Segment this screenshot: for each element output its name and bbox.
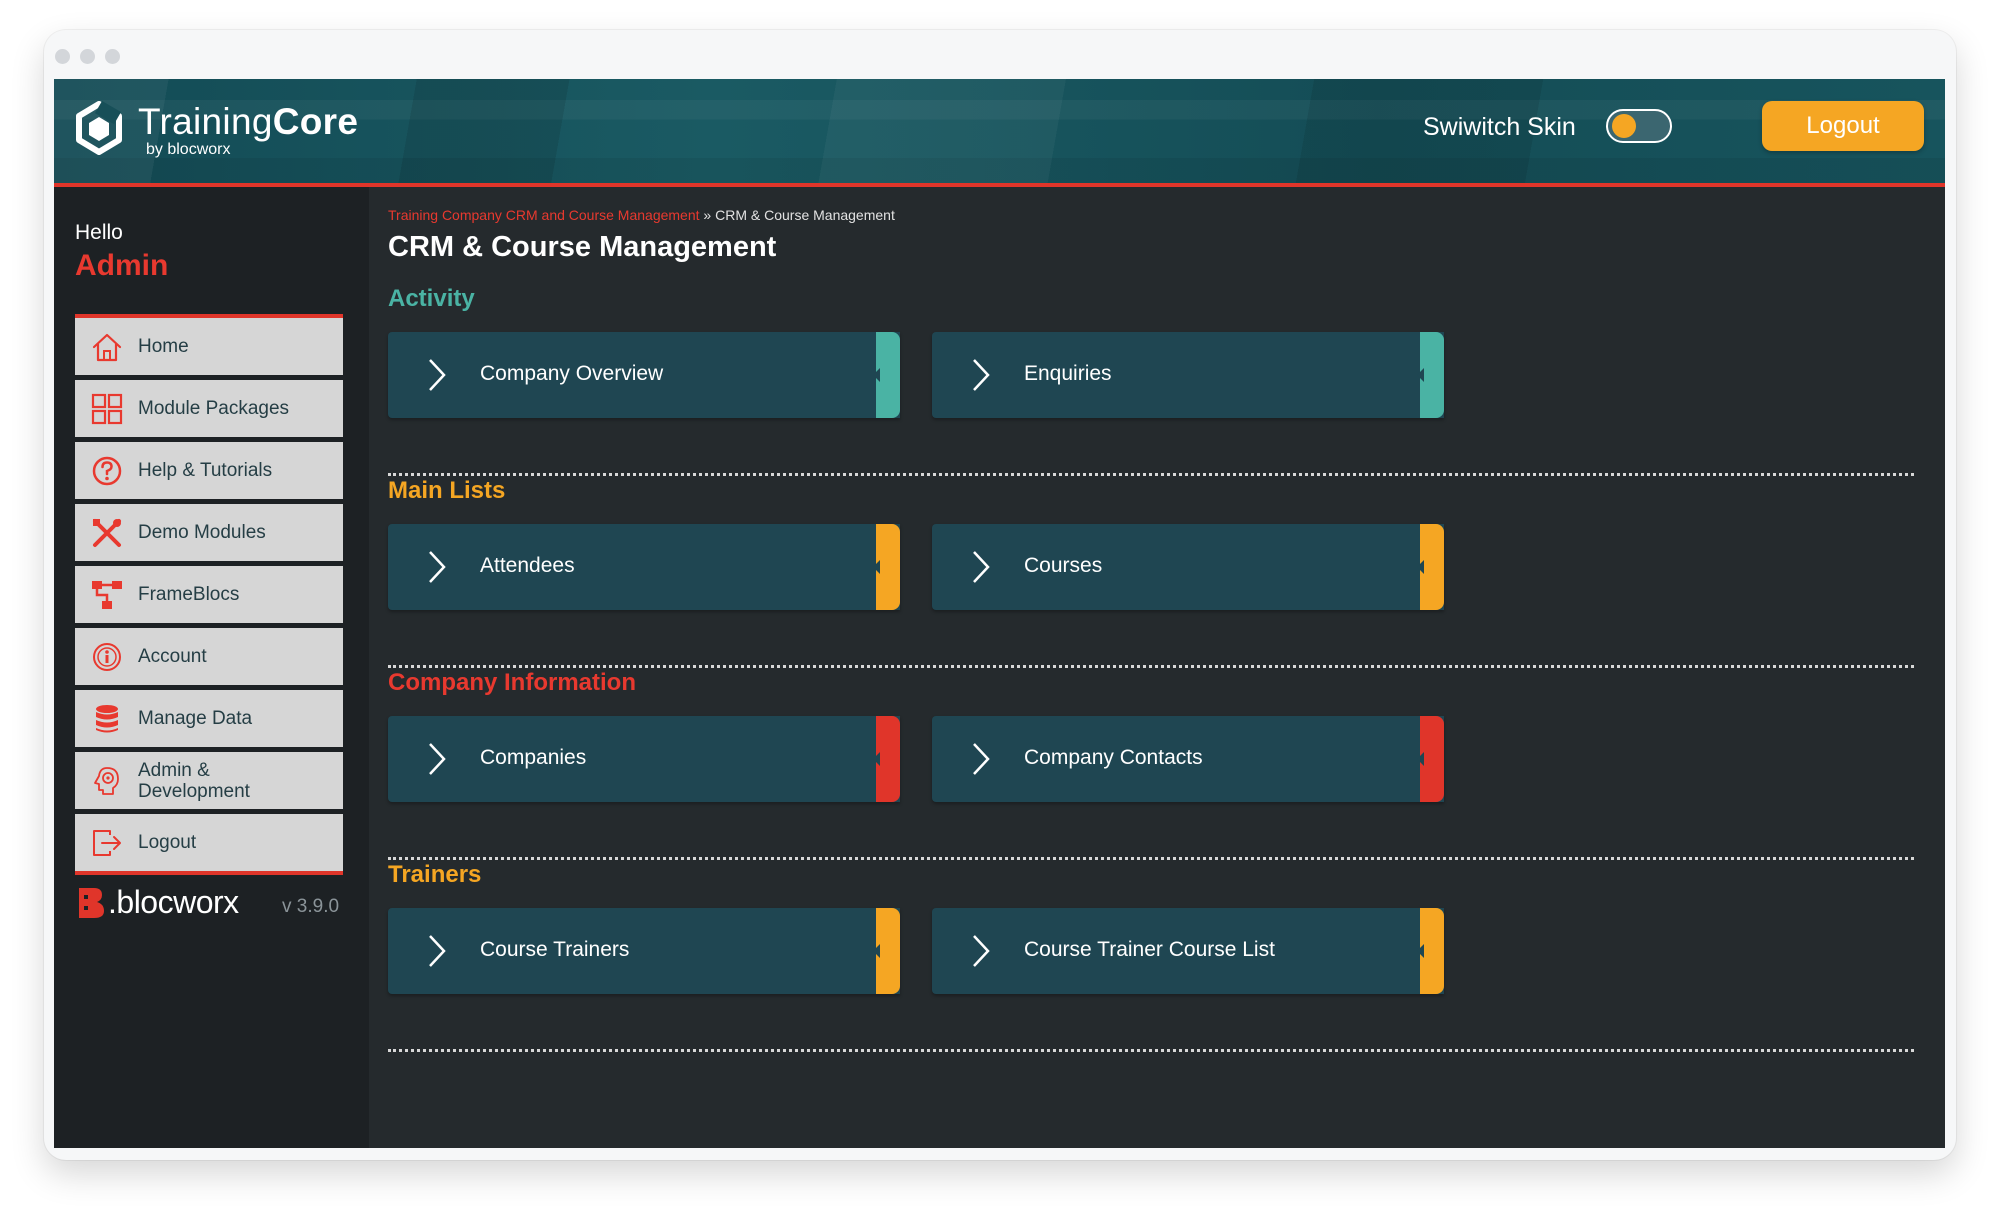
breadcrumb-separator: » xyxy=(699,207,716,223)
sidebar-item-home[interactable]: Home xyxy=(75,318,343,380)
chevron-right-icon xyxy=(973,551,990,583)
section-divider xyxy=(388,857,1914,860)
sidebar-item-label: Account xyxy=(138,646,207,667)
sidebar-item-label: Demo Modules xyxy=(138,522,266,543)
card-notch xyxy=(1417,944,1424,958)
sidebar-item-label: Home xyxy=(138,336,189,357)
blocworx-wordmark: .blocworx xyxy=(108,884,239,920)
top-header: TrainingCore by blocworx Swiwitch Skin L… xyxy=(54,79,1945,183)
chevron-right-icon xyxy=(429,935,446,967)
card-course-trainers[interactable]: Course Trainers xyxy=(388,908,900,994)
card-company-overview[interactable]: Company Overview xyxy=(388,332,900,418)
card-label: Course Trainers xyxy=(480,938,630,961)
trainingcore-logo-icon xyxy=(76,101,122,155)
brand[interactable]: TrainingCore by blocworx xyxy=(76,101,358,159)
card-notch xyxy=(873,368,880,382)
sidebar-item-module-packages[interactable]: Module Packages xyxy=(75,380,343,442)
card-notch xyxy=(873,560,880,574)
database-icon xyxy=(96,704,118,732)
card-label: Attendees xyxy=(480,554,575,577)
chevron-right-icon xyxy=(429,743,446,775)
section-title-main-lists: Main Lists xyxy=(388,477,506,504)
sidebar-item-demo-modules[interactable]: Demo Modules xyxy=(75,504,343,566)
logout-icon xyxy=(93,829,121,856)
section-title-trainers: Trainers xyxy=(388,861,482,888)
breadcrumb-link[interactable]: Training Company CRM and Course Manageme… xyxy=(388,207,700,223)
card-courses[interactable]: Courses xyxy=(932,524,1444,610)
blocworx-logo: .blocworx xyxy=(76,884,239,921)
page-title: CRM & Course Management xyxy=(388,231,777,263)
card-notch xyxy=(1417,752,1424,766)
account-icon xyxy=(93,642,121,671)
card-label: Courses xyxy=(1024,554,1103,577)
section-divider xyxy=(388,1049,1914,1052)
chevron-right-icon xyxy=(429,359,446,391)
sidebar-item-label: Admin & Development xyxy=(138,759,250,802)
card-label: Companies xyxy=(480,746,587,769)
card-notch xyxy=(1417,560,1424,574)
sidebar-item-label: FrameBlocs xyxy=(138,584,240,605)
window-dot[interactable] xyxy=(80,49,95,64)
card-company-contacts[interactable]: Company Contacts xyxy=(932,716,1444,802)
admin-gear-icon xyxy=(94,766,119,795)
toggle-knob xyxy=(1612,114,1636,138)
brand-subtitle: by blocworx xyxy=(146,141,231,158)
version-label: v 3.9.0 xyxy=(282,896,340,917)
home-icon xyxy=(92,333,122,361)
sidebar-menu: Home Module Packages Help & Tutorials De… xyxy=(75,314,343,875)
sidebar: Hello Admin Home Module Packages Help & … xyxy=(54,187,369,1148)
section-divider xyxy=(388,665,1914,668)
chevron-right-icon xyxy=(973,935,990,967)
help-icon xyxy=(92,456,122,485)
card-label: Enquiries xyxy=(1024,362,1112,385)
card-label: Company Contacts xyxy=(1024,746,1203,769)
breadcrumb-current: CRM & Course Management xyxy=(715,207,895,223)
sidebar-item-logout[interactable]: Logout xyxy=(75,814,343,871)
sidebar-item-help[interactable]: Help & Tutorials xyxy=(75,442,343,504)
browser-window: TrainingCore by blocworx Swiwitch Skin L… xyxy=(44,30,1956,1160)
skin-switch-label: Swiwitch Skin xyxy=(1423,113,1576,141)
demo-modules-icon xyxy=(93,518,121,547)
sidebar-item-label: Module Packages xyxy=(138,398,290,419)
card-label: Course Trainer Course List xyxy=(1024,938,1275,961)
brand-name: TrainingCore xyxy=(138,101,359,142)
blocworx-mark-icon xyxy=(79,887,104,918)
sidebar-item-label: Manage Data xyxy=(138,708,253,729)
window-controls xyxy=(55,49,120,64)
window-dot[interactable] xyxy=(105,49,120,64)
card-notch xyxy=(873,752,880,766)
window-dot[interactable] xyxy=(55,49,70,64)
breadcrumb: Training Company CRM and Course Manageme… xyxy=(388,207,895,223)
skin-toggle[interactable] xyxy=(1606,109,1672,143)
card-label: Company Overview xyxy=(480,362,664,385)
module-packages-icon xyxy=(91,393,123,424)
sidebar-item-admin-development[interactable]: Admin & Development xyxy=(75,752,343,814)
greeting: Hello xyxy=(75,221,123,244)
sidebar-item-manage-data[interactable]: Manage Data xyxy=(75,690,343,752)
main-content: Training Company CRM and Course Manageme… xyxy=(369,187,1945,1148)
chevron-right-icon xyxy=(429,551,446,583)
chevron-right-icon xyxy=(973,743,990,775)
header-logout-button[interactable]: Logout xyxy=(1762,101,1924,151)
frameblocs-icon xyxy=(92,580,122,609)
sidebar-item-label: Logout xyxy=(138,832,197,853)
app: TrainingCore by blocworx Swiwitch Skin L… xyxy=(54,79,1945,1148)
card-notch xyxy=(873,944,880,958)
card-notch xyxy=(1417,368,1424,382)
section-divider xyxy=(388,473,1914,476)
card-attendees[interactable]: Attendees xyxy=(388,524,900,610)
brand-text: TrainingCore by blocworx xyxy=(138,102,358,158)
section-title-activity: Activity xyxy=(388,285,475,312)
user-name: Admin xyxy=(75,249,169,282)
chevron-right-icon xyxy=(973,359,990,391)
section-title-company-information: Company Information xyxy=(388,669,637,696)
card-enquiries[interactable]: Enquiries xyxy=(932,332,1444,418)
sidebar-item-account[interactable]: Account xyxy=(75,628,343,690)
card-companies[interactable]: Companies xyxy=(388,716,900,802)
sidebar-item-frameblocs[interactable]: FrameBlocs xyxy=(75,566,343,628)
card-course-trainer-course-list[interactable]: Course Trainer Course List xyxy=(932,908,1444,994)
sidebar-item-label: Help & Tutorials xyxy=(138,460,273,481)
